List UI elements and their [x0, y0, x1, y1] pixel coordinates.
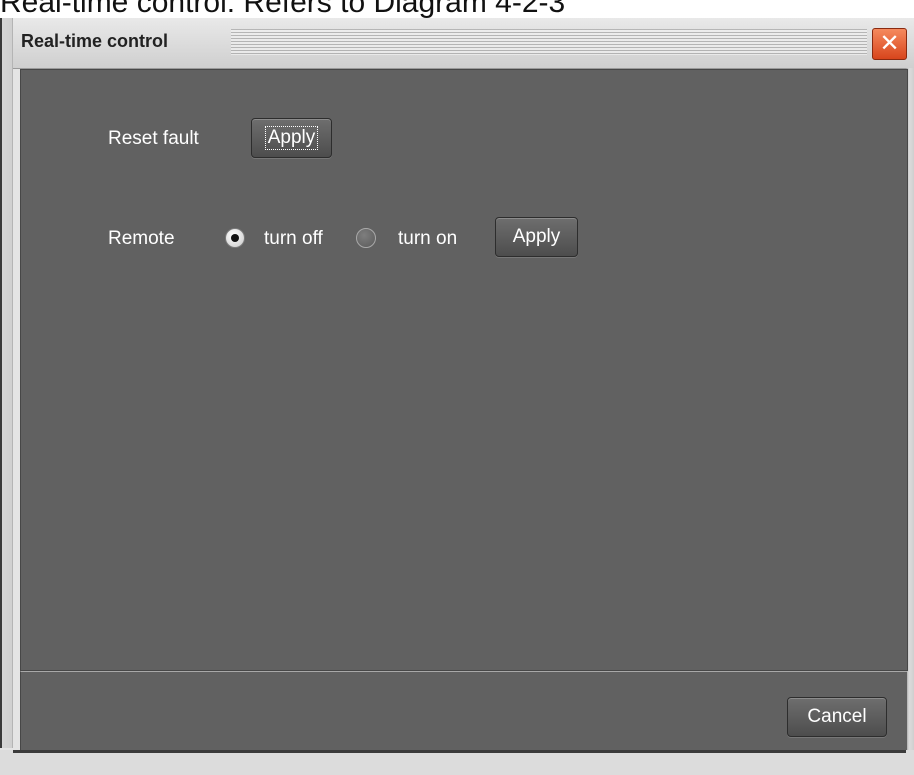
close-button[interactable]: ✕ — [872, 28, 907, 60]
turn-on-label[interactable]: turn on — [398, 228, 457, 250]
turn-off-label[interactable]: turn off — [264, 228, 323, 250]
remote-apply-button[interactable]: Apply — [495, 217, 578, 257]
reset-fault-apply-button[interactable]: Apply — [251, 118, 332, 158]
title-grip — [231, 29, 867, 55]
footer-bar: Cancel — [20, 671, 907, 751]
cancel-button[interactable]: Cancel — [787, 697, 887, 737]
cancel-label: Cancel — [807, 706, 867, 727]
window-left-edge — [0, 18, 13, 748]
window-bottom-edge — [0, 750, 914, 775]
turn-off-radio[interactable] — [225, 228, 245, 248]
remote-apply-label: Apply — [512, 226, 561, 247]
window-title: Real-time control — [21, 31, 169, 51]
document-caption: Real-time control: Refers to Diagram 4-2… — [0, 0, 566, 18]
close-icon: ✕ — [879, 29, 900, 57]
window-bottom-border — [13, 750, 906, 753]
real-time-control-dialog: Real-time control ✕ Reset fault Apply Re… — [0, 18, 914, 775]
reset-fault-label: Reset fault — [108, 128, 199, 149]
turn-on-radio[interactable] — [356, 228, 376, 248]
title-bar[interactable]: Real-time control ✕ — [13, 18, 914, 69]
remote-label: Remote — [108, 228, 175, 249]
radio-selected-dot — [231, 234, 239, 242]
content-panel: Reset fault Apply Remote turn off turn o… — [20, 69, 908, 671]
reset-fault-apply-label: Apply — [264, 126, 319, 150]
